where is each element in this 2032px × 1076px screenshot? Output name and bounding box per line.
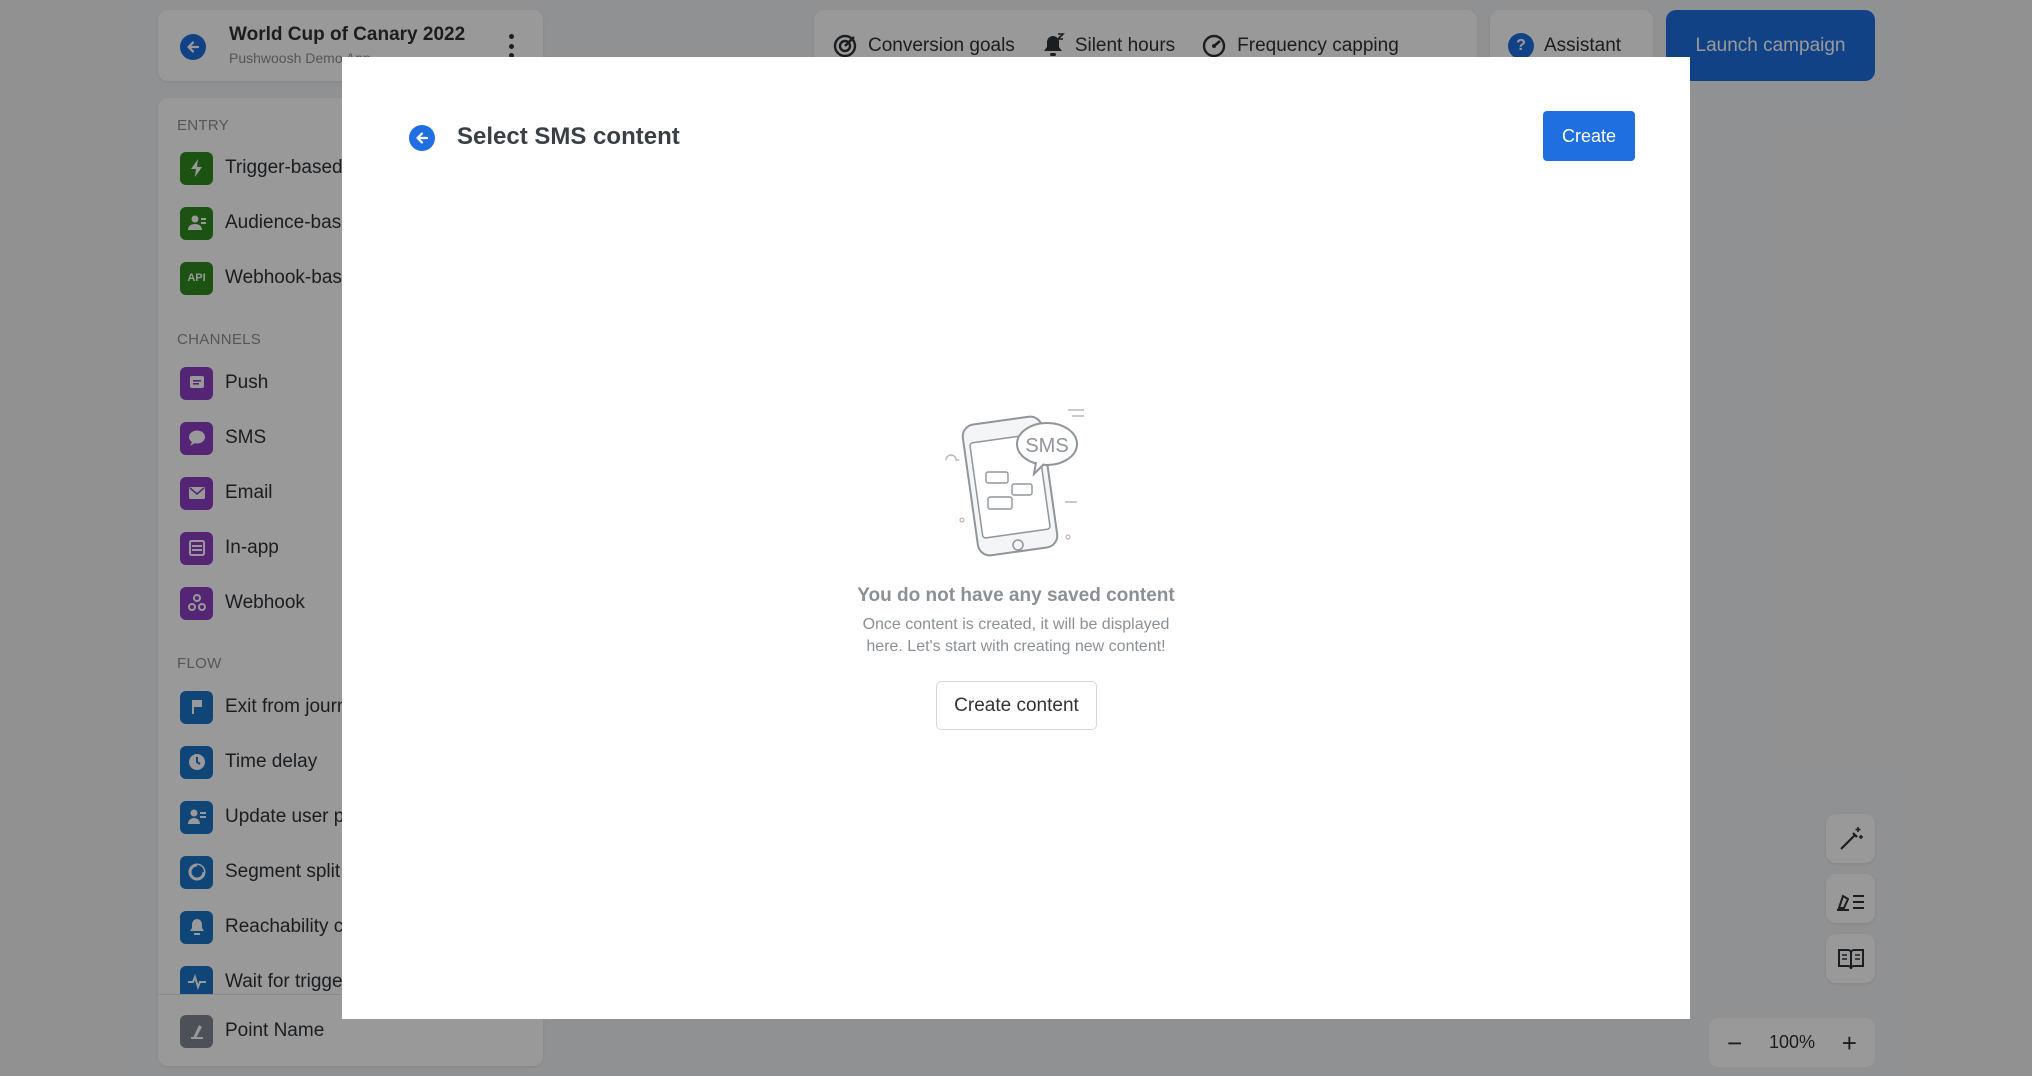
create-button[interactable]: Create	[1543, 111, 1635, 161]
empty-state-line-2: here. Let's start with creating new cont…	[866, 638, 1166, 655]
modal-title: Select SMS content	[457, 123, 680, 150]
empty-state-line-1: Once content is created, it will be disp…	[862, 616, 1170, 633]
arrow-left-icon[interactable]	[409, 125, 435, 151]
create-content-button[interactable]: Create content	[936, 681, 1097, 730]
select-sms-content-modal: Select SMS content Create SMS You do not…	[342, 57, 1690, 1019]
phone-sms-illustration: SMS	[945, 409, 1084, 557]
empty-state-title: You do not have any saved content	[857, 585, 1175, 606]
illustration-sms-text: SMS	[1025, 435, 1068, 457]
empty-state-description: Once content is created, it will be disp…	[342, 614, 1690, 658]
